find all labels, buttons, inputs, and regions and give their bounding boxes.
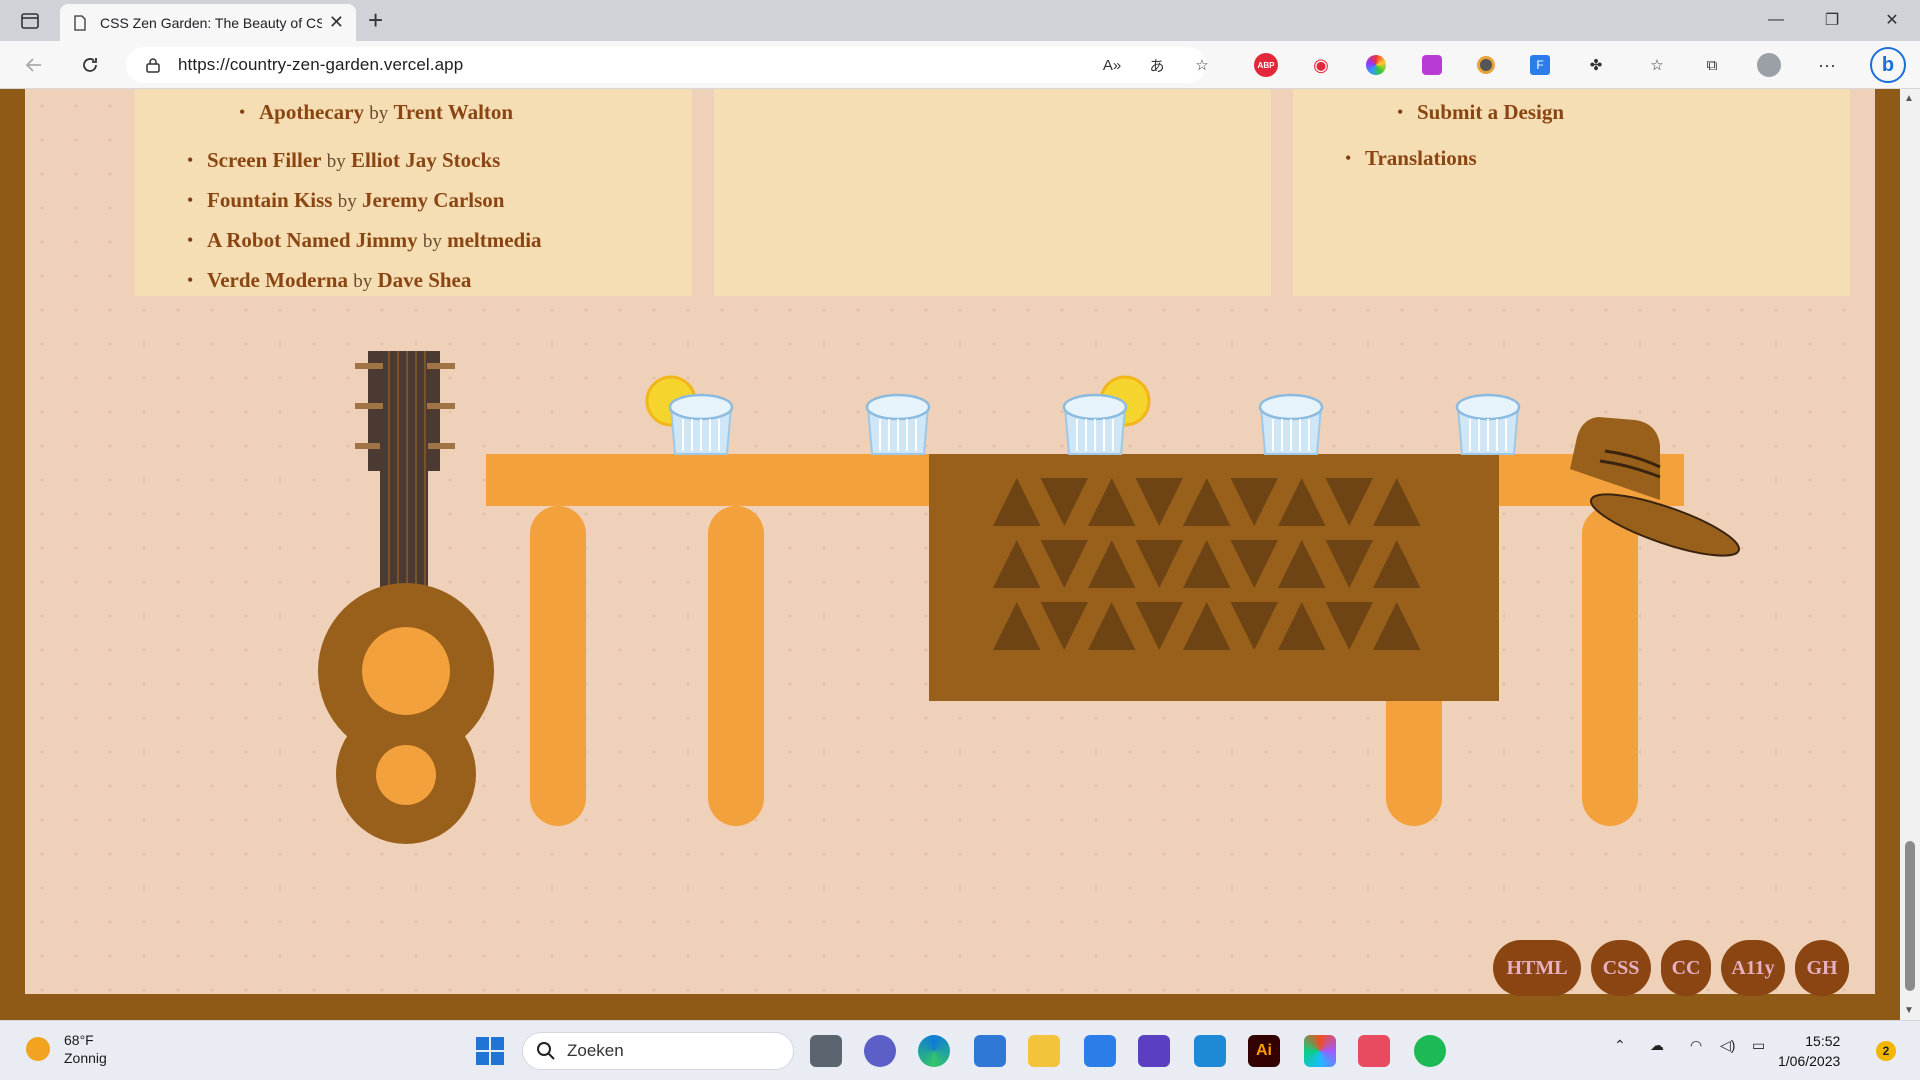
- snipping-icon[interactable]: [1358, 1035, 1390, 1067]
- clock-date: 1/06/2023: [1778, 1053, 1841, 1069]
- teams-icon[interactable]: [864, 1035, 896, 1067]
- extensions-icon[interactable]: ✤: [1584, 53, 1608, 77]
- new-tab-button[interactable]: +: [368, 6, 383, 34]
- a11y-badge[interactable]: A11y: [1721, 940, 1785, 996]
- url-text: https://country-zen-garden.vercel.app: [178, 55, 464, 74]
- resources-list-card: Submit a Design Translations: [1293, 89, 1850, 296]
- read-aloud-icon[interactable]: A»: [1100, 53, 1124, 77]
- browser-toolbar: https://country-zen-garden.vercel.app A»…: [0, 41, 1920, 89]
- add-favorite-icon[interactable]: ☆: [1190, 53, 1214, 77]
- notification-badge[interactable]: 2: [1876, 1041, 1896, 1061]
- minimize-button[interactable]: —: [1748, 0, 1804, 40]
- list-item-screen-filler[interactable]: Screen Filler by Elliot Jay Stocks: [187, 141, 692, 181]
- start-icon[interactable]: [474, 1035, 506, 1067]
- record-icon[interactable]: ◉: [1309, 53, 1333, 77]
- ext-f-icon[interactable]: F: [1528, 53, 1552, 77]
- wifi-icon[interactable]: ◠: [1690, 1037, 1702, 1054]
- file-explorer-icon[interactable]: [1028, 1035, 1060, 1067]
- profile-ext-icon[interactable]: [1474, 53, 1498, 77]
- store-icon[interactable]: [974, 1035, 1006, 1067]
- close-window-button[interactable]: ✕: [1864, 0, 1920, 40]
- glasses-row: [645, 375, 1521, 455]
- page-favicon-icon: [74, 14, 86, 31]
- page-viewport: Apothecary by Trent Walton Screen Filler…: [0, 89, 1900, 1020]
- tab-actions-button[interactable]: [14, 8, 46, 34]
- battery-icon[interactable]: ▭: [1752, 1037, 1765, 1054]
- task-view-icon[interactable]: [810, 1035, 842, 1067]
- active-tab[interactable]: CSS Zen Garden: The Beauty of CSS Design…: [60, 4, 356, 41]
- edge-icon[interactable]: [918, 1035, 950, 1067]
- search-placeholder: Zoeken: [567, 1041, 624, 1060]
- list-item-robot-jimmy[interactable]: A Robot Named Jimmy by meltmedia: [187, 221, 692, 261]
- list-item-submit-design[interactable]: Submit a Design: [1397, 93, 1902, 131]
- tab-title: CSS Zen Garden: The Beauty of CSS Design: [100, 14, 322, 31]
- weather-temp: 68°F: [64, 1032, 94, 1048]
- more-icon[interactable]: ···: [1815, 53, 1839, 77]
- tab-close-icon[interactable]: ✕: [329, 12, 344, 33]
- figma-icon[interactable]: [1304, 1035, 1336, 1067]
- address-bar[interactable]: https://country-zen-garden.vercel.app: [126, 47, 1206, 83]
- scroll-up-icon[interactable]: ▲: [1904, 93, 1914, 104]
- tab-actions-icon: [21, 13, 39, 29]
- github-badge[interactable]: GH: [1795, 940, 1849, 996]
- designs-list-card: Apothecary by Trent Walton Screen Filler…: [135, 89, 692, 299]
- list-item-fountain-kiss[interactable]: Fountain Kiss by Jeremy Carlson: [187, 181, 692, 221]
- mail-icon[interactable]: [1084, 1035, 1116, 1067]
- lock-icon: [146, 58, 160, 73]
- taskbar-search[interactable]: Zoeken: [522, 1032, 794, 1070]
- back-arrow-icon: [25, 58, 41, 72]
- extension-icon[interactable]: [1420, 53, 1444, 77]
- illustrator-icon[interactable]: Ai: [1248, 1035, 1280, 1067]
- tab-bar: CSS Zen Garden: The Beauty of CSS Design…: [0, 0, 1920, 41]
- onedrive-icon[interactable]: ☁: [1650, 1037, 1664, 1054]
- clock-time: 15:52: [1805, 1033, 1841, 1049]
- search-icon: [537, 1042, 555, 1060]
- refresh-icon: [83, 58, 97, 72]
- volume-icon[interactable]: ◁): [1720, 1037, 1735, 1054]
- scroll-down-icon[interactable]: ▼: [1904, 1005, 1914, 1016]
- adblock-icon[interactable]: ABP: [1254, 53, 1278, 77]
- glass: [865, 393, 931, 455]
- vscode-icon[interactable]: [1194, 1035, 1226, 1067]
- color-picker-icon[interactable]: [1364, 53, 1388, 77]
- glass: [1062, 375, 1151, 455]
- list-item-partial[interactable]: Apothecary by Trent Walton: [239, 93, 744, 133]
- css-badge[interactable]: CSS: [1591, 940, 1651, 996]
- glass: [1258, 393, 1324, 455]
- taskbar: 68°F Zonnig Zoeken Ai ⌃ ☁ ◠ ◁) ▭ 15:52 1…: [0, 1020, 1920, 1080]
- list-item-verde-moderna[interactable]: Verde Moderna by Dave Shea: [187, 261, 692, 301]
- html-badge[interactable]: HTML: [1493, 940, 1581, 996]
- middle-card: [714, 89, 1271, 296]
- weather-widget[interactable]: 68°F Zonnig: [26, 1031, 107, 1067]
- cc-badge[interactable]: CC: [1661, 940, 1711, 996]
- footer-badges: HTML CSS CC A11y GH: [1493, 940, 1849, 996]
- clock[interactable]: 15:52 1/06/2023: [1778, 1031, 1840, 1071]
- tray-chevron-icon[interactable]: ⌃: [1614, 1037, 1626, 1054]
- spotify-icon[interactable]: [1414, 1035, 1446, 1067]
- country-scene-illustration: [318, 351, 1740, 844]
- guitar: [318, 351, 494, 844]
- collections-icon[interactable]: ⧉: [1700, 53, 1724, 77]
- restore-button[interactable]: ❐: [1804, 0, 1860, 40]
- page-scrollbar[interactable]: ▲ ▼: [1900, 89, 1920, 1020]
- translate-icon[interactable]: あ: [1145, 53, 1169, 77]
- weather-desc: Zonnig: [64, 1050, 107, 1066]
- sun-icon: [26, 1037, 50, 1061]
- back-button[interactable]: [18, 49, 50, 81]
- glass: [645, 375, 734, 455]
- profile-icon[interactable]: [1757, 53, 1781, 77]
- scroll-thumb[interactable]: [1905, 841, 1915, 991]
- app-icon[interactable]: [1138, 1035, 1170, 1067]
- list-item-translations[interactable]: Translations: [1345, 139, 1850, 177]
- table-runner: [929, 454, 1499, 701]
- bing-icon[interactable]: b: [1870, 47, 1906, 83]
- refresh-button[interactable]: [74, 49, 106, 81]
- page-content: Apothecary by Trent Walton Screen Filler…: [25, 89, 1875, 996]
- glass: [1455, 393, 1521, 455]
- favorites-icon[interactable]: ☆: [1645, 53, 1669, 77]
